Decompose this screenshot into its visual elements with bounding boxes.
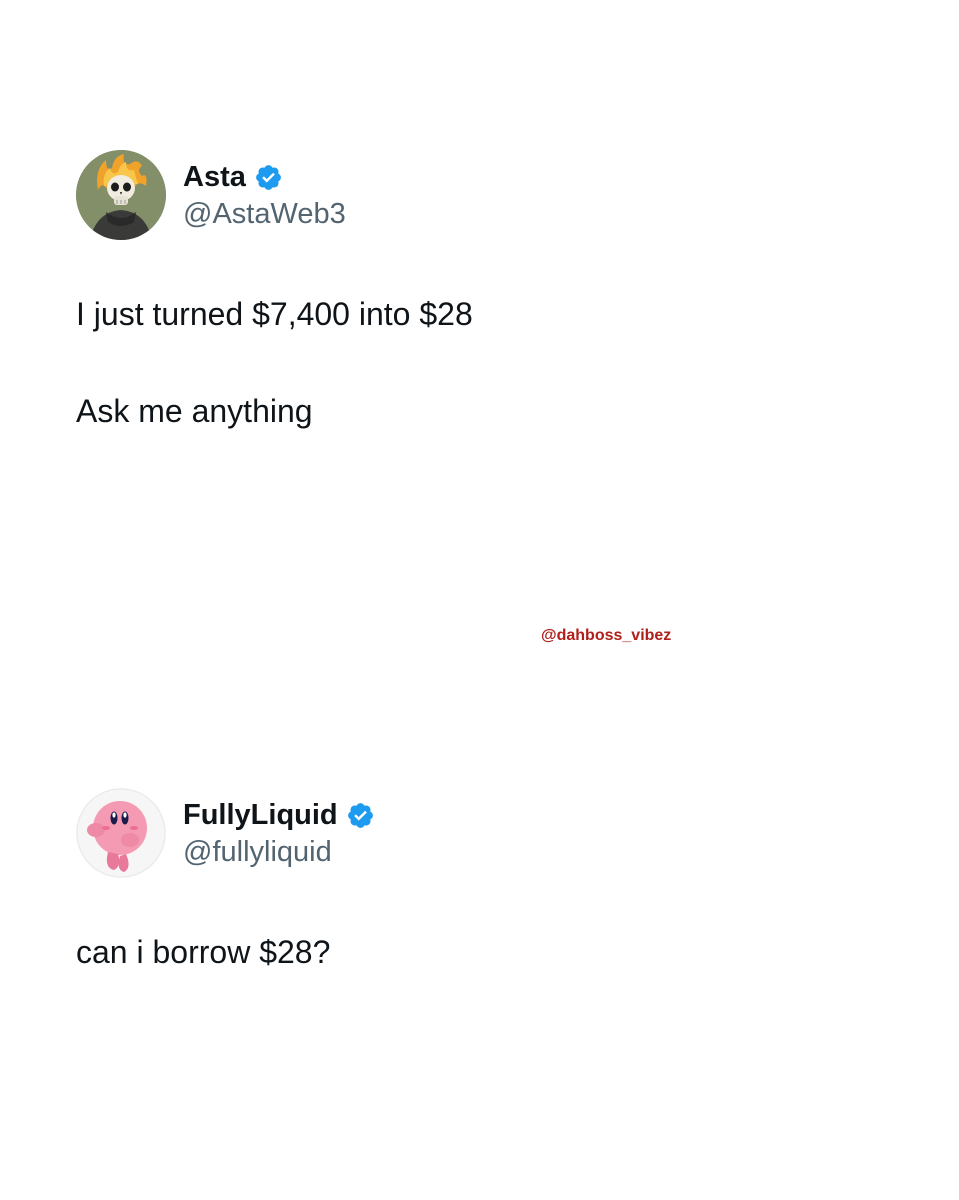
avatar[interactable] — [76, 788, 166, 878]
tweet-header: Asta @AstaWeb3 — [76, 150, 896, 240]
display-name-row: FullyLiquid — [183, 796, 375, 834]
tweet-asta: Asta @AstaWeb3 I just turned $7,400 into… — [76, 150, 896, 429]
pink-puffball-avatar-icon — [76, 788, 166, 878]
author-names: FullyLiquid @fullyliquid — [183, 796, 375, 870]
flaming-skull-avatar-icon — [76, 150, 166, 240]
handle[interactable]: @fullyliquid — [183, 834, 375, 870]
display-name-row: Asta — [183, 158, 346, 196]
tweet-text-line: can i borrow $28? — [76, 934, 331, 970]
handle[interactable]: @AstaWeb3 — [183, 196, 346, 232]
verified-badge-icon — [346, 801, 375, 830]
watermark: @dahboss_vibez — [541, 627, 672, 644]
tweet-header: FullyLiquid @fullyliquid — [76, 788, 896, 878]
tweet-text-line: I just turned $7,400 into $28 — [76, 296, 473, 332]
display-name[interactable]: Asta — [183, 161, 246, 194]
avatar[interactable] — [76, 150, 166, 240]
tweet-fullyliquid: FullyLiquid @fullyliquid can i borrow $2… — [76, 788, 896, 970]
tweet-text-line: Ask me anything — [76, 393, 313, 429]
verified-badge-icon — [254, 163, 283, 192]
author-names: Asta @AstaWeb3 — [183, 158, 346, 232]
display-name[interactable]: FullyLiquid — [183, 799, 338, 832]
